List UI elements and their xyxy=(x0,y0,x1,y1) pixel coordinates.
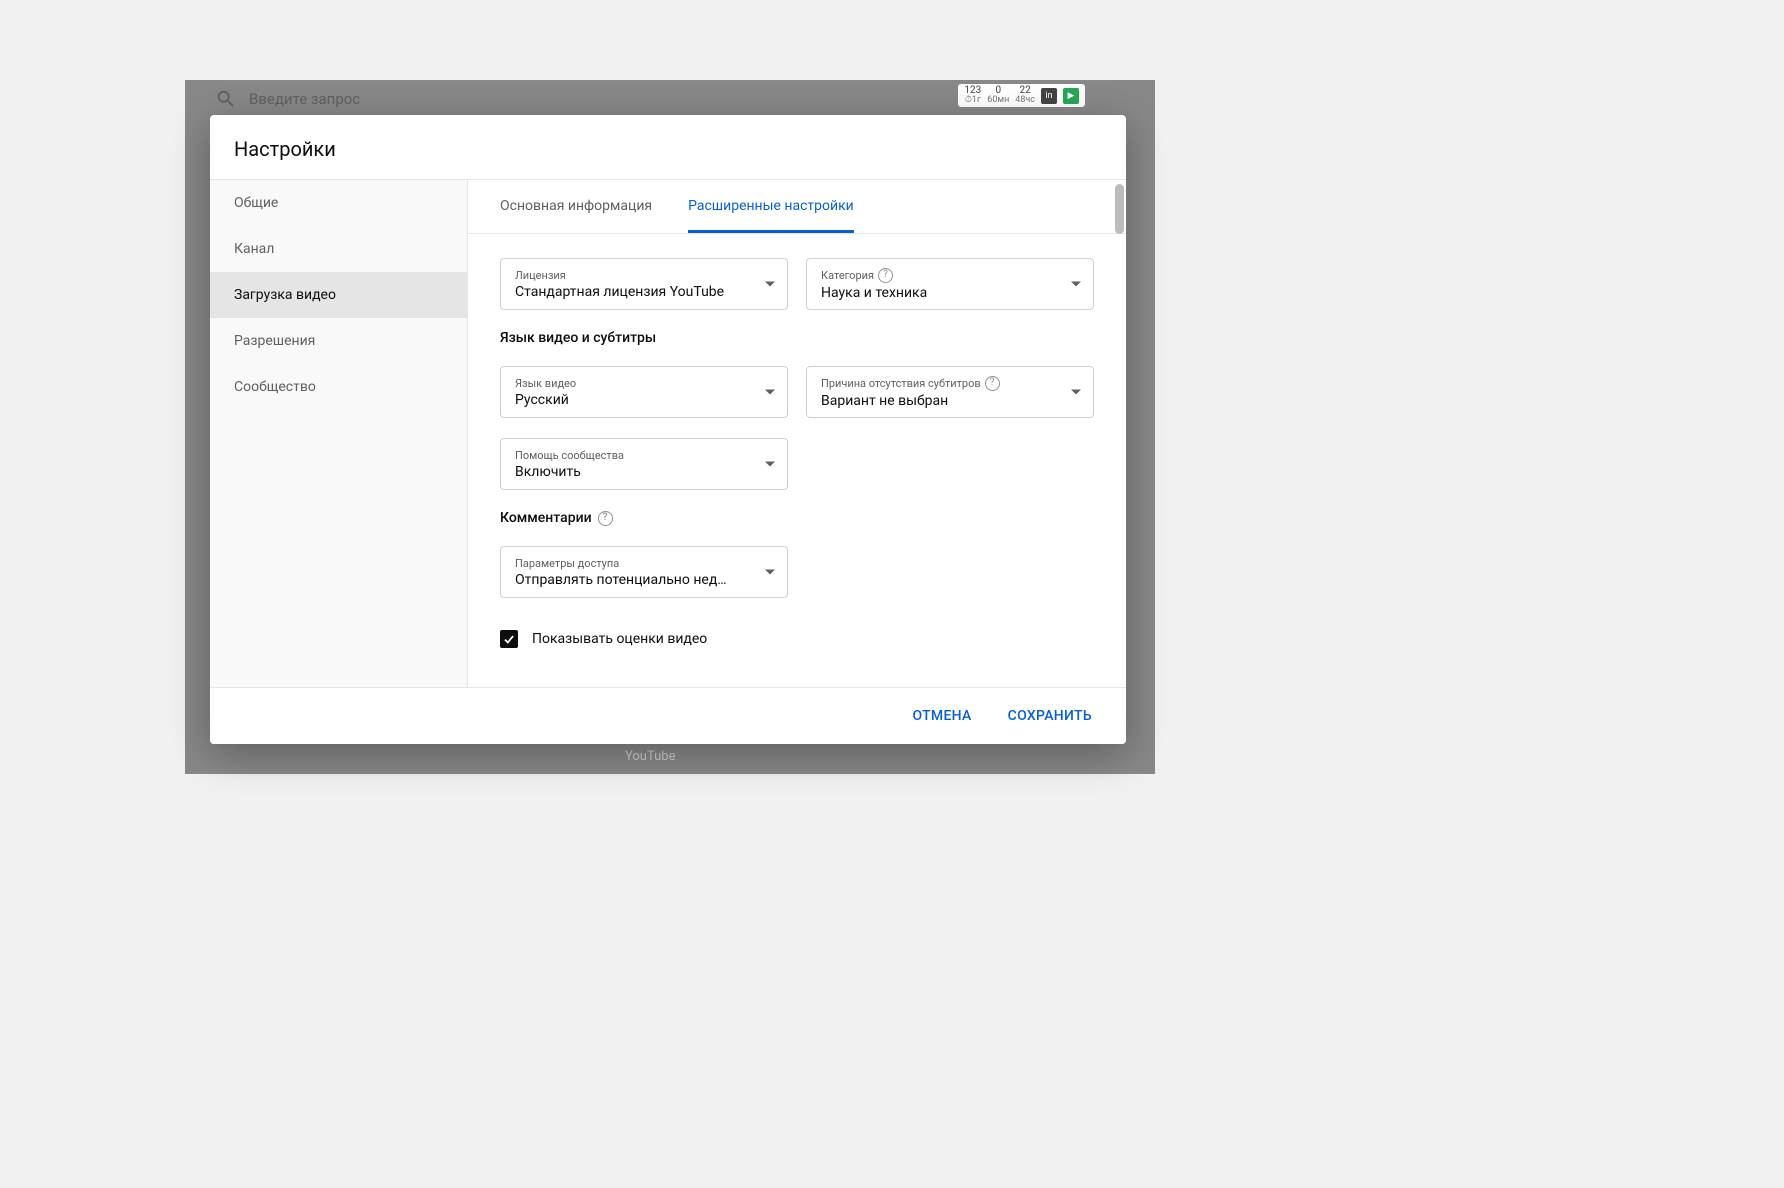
category-value: Наука и техника xyxy=(821,285,1053,301)
video-language-label: Язык видео xyxy=(515,377,747,390)
access-params-dropdown[interactable]: Параметры доступа Отправлять потенциальн… xyxy=(500,546,788,598)
access-params-value: Отправлять потенциально нед… xyxy=(515,572,747,588)
settings-sidebar: Общие Канал Загрузка видео Разрешения Со… xyxy=(210,180,468,687)
video-language-value: Русский xyxy=(515,392,747,408)
bg-footer: YouTube xyxy=(625,749,676,764)
access-params-label: Параметры доступа xyxy=(515,557,747,570)
tabs: Основная информация Расширенные настройк… xyxy=(468,180,1126,234)
modal-body: Общие Канал Загрузка видео Разрешения Со… xyxy=(210,179,1126,687)
video-language-dropdown[interactable]: Язык видео Русский xyxy=(500,366,788,418)
chevron-down-icon xyxy=(765,462,775,467)
community-help-dropdown[interactable]: Помощь сообщества Включить xyxy=(500,438,788,490)
sidebar-item-upload-defaults[interactable]: Загрузка видео xyxy=(210,272,467,318)
community-help-label: Помощь сообщества xyxy=(515,449,747,462)
search-icon xyxy=(215,88,237,110)
sidebar-item-general[interactable]: Общие xyxy=(210,180,467,226)
cancel-button[interactable]: Отмена xyxy=(898,700,985,732)
modal-footer: Отмена Сохранить xyxy=(210,687,1126,744)
license-value: Стандартная лицензия YouTube xyxy=(515,284,747,300)
bg-stats: 123⏱1г 060мн 2248чс in ▶ xyxy=(958,84,1085,107)
chevron-down-icon xyxy=(1071,390,1081,395)
license-dropdown[interactable]: Лицензия Стандартная лицензия YouTube xyxy=(500,258,788,310)
category-label: Категория? xyxy=(821,268,1053,283)
bg-icon-play: ▶ xyxy=(1063,88,1079,104)
caption-reason-label: Причина отсутствия субтитров? xyxy=(821,376,1053,391)
sidebar-item-channel[interactable]: Канал xyxy=(210,226,467,272)
modal-title: Настройки xyxy=(210,115,1126,179)
caption-reason-dropdown[interactable]: Причина отсутствия субтитров? Вариант не… xyxy=(806,366,1094,418)
show-ratings-label: Показывать оценки видео xyxy=(532,631,707,647)
save-button[interactable]: Сохранить xyxy=(994,700,1106,732)
chevron-down-icon xyxy=(765,282,775,287)
chevron-down-icon xyxy=(765,570,775,575)
scrollbar[interactable] xyxy=(1112,180,1126,687)
bg-search: Введите запрос xyxy=(215,88,360,110)
settings-content: Основная информация Расширенные настройк… xyxy=(468,180,1126,687)
help-icon[interactable]: ? xyxy=(598,511,613,526)
community-help-value: Включить xyxy=(515,464,747,480)
help-icon[interactable]: ? xyxy=(878,268,893,283)
chevron-down-icon xyxy=(765,390,775,395)
help-icon[interactable]: ? xyxy=(985,376,1000,391)
section-language-title: Язык видео и субтитры xyxy=(500,330,1094,346)
tab-basic-info[interactable]: Основная информация xyxy=(500,180,652,233)
license-label: Лицензия xyxy=(515,269,747,282)
show-ratings-checkbox[interactable] xyxy=(500,630,518,648)
sidebar-item-community[interactable]: Сообщество xyxy=(210,364,467,410)
tab-advanced[interactable]: Расширенные настройки xyxy=(688,180,854,233)
check-icon xyxy=(502,632,516,646)
bg-icon-linkedin: in xyxy=(1041,88,1057,104)
caption-reason-value: Вариант не выбран xyxy=(821,393,1053,409)
section-comments-title: Комментарии? xyxy=(500,510,1094,526)
scrollbar-thumb[interactable] xyxy=(1115,184,1124,234)
bg-search-placeholder: Введите запрос xyxy=(249,90,360,108)
show-ratings-row[interactable]: Показывать оценки видео xyxy=(500,630,1094,648)
chevron-down-icon xyxy=(1071,282,1081,287)
settings-modal: Настройки Общие Канал Загрузка видео Раз… xyxy=(210,115,1126,744)
sidebar-item-permissions[interactable]: Разрешения xyxy=(210,318,467,364)
category-dropdown[interactable]: Категория? Наука и техника xyxy=(806,258,1094,310)
